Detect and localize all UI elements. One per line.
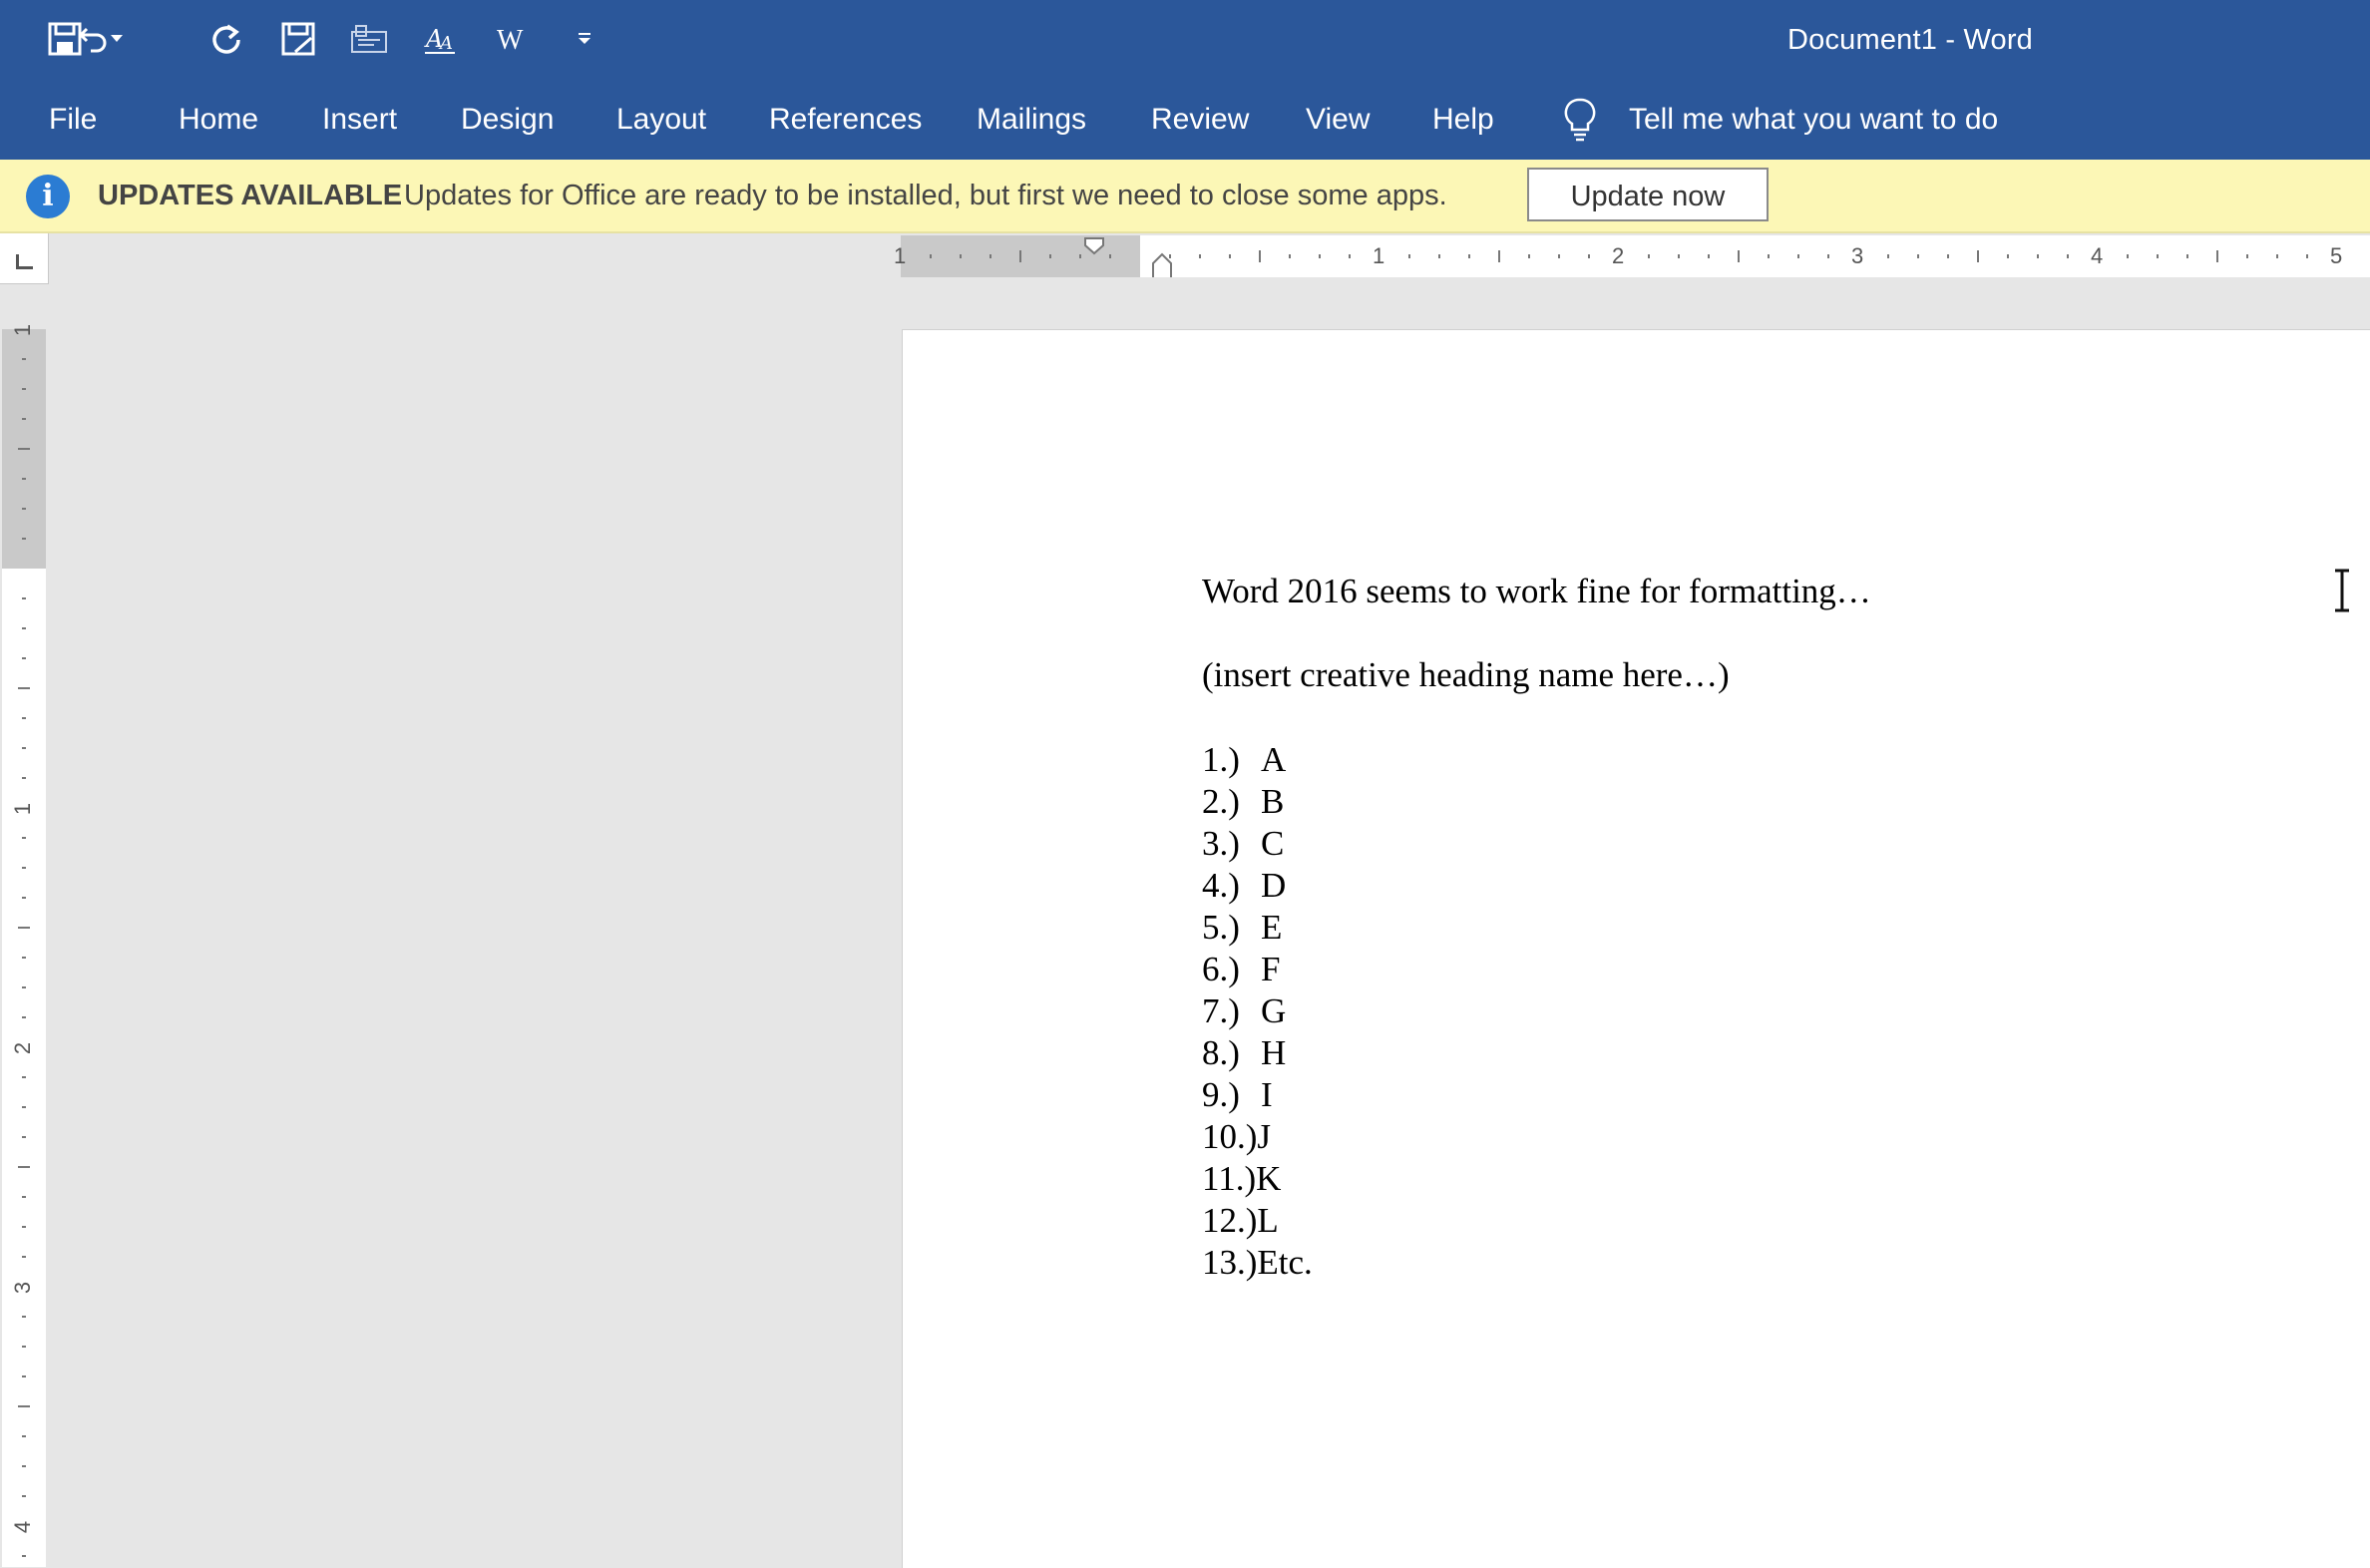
list-number: 6.)	[1202, 950, 1240, 988]
list-item[interactable]: 11.)K	[1202, 1159, 1281, 1199]
update-now-button[interactable]: Update now	[1527, 168, 1769, 221]
update-message: Updates for Office are ready to be insta…	[404, 180, 1447, 211]
tab-view[interactable]: View	[1306, 80, 1370, 160]
vruler-label-2: 2	[10, 1041, 36, 1055]
list-number: 7.)	[1202, 991, 1240, 1030]
update-notification-bar: i UPDATES AVAILABLE Updates for Office a…	[0, 160, 2370, 233]
hruler-label-3: 3	[1851, 243, 1864, 268]
list-item[interactable]: 10.)J	[1202, 1117, 1271, 1157]
list-item[interactable]: 6.) F	[1202, 950, 1280, 989]
horizontal-ruler-ticks	[930, 237, 2308, 277]
tell-me-search[interactable]: Tell me what you want to do	[1629, 80, 1998, 160]
vruler-label-4: 4	[10, 1520, 36, 1534]
list-text: H	[1261, 1033, 1287, 1072]
hruler-label-0: 1	[894, 243, 907, 268]
hruler-label-4: 4	[2091, 243, 2104, 268]
list-text: A	[1261, 740, 1287, 779]
text-cursor-icon	[2335, 569, 2349, 612]
tab-file[interactable]: File	[49, 80, 97, 160]
list-item[interactable]: 2.) B	[1202, 782, 1284, 822]
doc-paragraph-1[interactable]: Word 2016 seems to work fine for formatt…	[1202, 572, 1871, 611]
list-number: 8.)	[1202, 1033, 1240, 1072]
hanging-indent-marker	[1152, 252, 1172, 277]
tab-insert[interactable]: Insert	[322, 80, 397, 160]
lightbulb-icon[interactable]	[1560, 97, 1600, 143]
hruler-label-5: 5	[2330, 243, 2343, 268]
list-number: 2.)	[1202, 782, 1240, 821]
list-text: G	[1261, 991, 1287, 1030]
title-bar: AA W Document1 - Word	[0, 0, 2370, 80]
list-item[interactable]: 8.) H	[1202, 1033, 1286, 1073]
first-line-indent-marker	[1084, 237, 1104, 255]
tab-references[interactable]: References	[769, 80, 922, 160]
list-number: 11.)	[1202, 1159, 1257, 1198]
list-text: B	[1261, 782, 1285, 821]
tab-stop-selector[interactable]	[0, 233, 49, 284]
vruler-label-0: 1	[10, 323, 36, 337]
update-title: UPDATES AVAILABLE	[98, 180, 403, 211]
list-item[interactable]: 7.) G	[1202, 991, 1286, 1031]
list-number: 4.)	[1202, 866, 1240, 905]
info-icon: i	[26, 175, 70, 218]
list-item[interactable]: 1.) A	[1202, 740, 1286, 780]
tab-review[interactable]: Review	[1151, 80, 1249, 160]
list-number: 9.)	[1202, 1075, 1240, 1114]
document-page[interactable]: Word 2016 seems to work fine for formatt…	[902, 329, 2370, 1568]
list-item[interactable]: 13.)Etc.	[1202, 1243, 1313, 1283]
vruler-label-1: 1	[10, 802, 36, 816]
tab-help[interactable]: Help	[1432, 80, 1494, 160]
tab-mailings[interactable]: Mailings	[977, 80, 1086, 160]
list-text: D	[1261, 866, 1287, 905]
list-item[interactable]: 12.)L	[1202, 1201, 1279, 1241]
list-item[interactable]: 9.) I	[1202, 1075, 1273, 1115]
document-title: Document1 - Word	[1786, 24, 2034, 56]
list-item[interactable]: 3.) C	[1202, 824, 1284, 864]
list-text: Etc.	[1257, 1243, 1313, 1282]
vertical-ruler[interactable]: 1 1 2 3 4	[2, 324, 46, 1567]
list-item[interactable]: 4.) D	[1202, 866, 1286, 906]
vertical-ruler-ticks	[18, 358, 30, 1557]
list-text: K	[1256, 1159, 1282, 1198]
hruler-label-2: 2	[1612, 243, 1625, 268]
list-text: I	[1261, 1075, 1273, 1114]
list-number: 5.)	[1202, 908, 1240, 947]
list-text: E	[1261, 908, 1283, 947]
doc-paragraph-2[interactable]: (insert creative heading name here…)	[1202, 655, 1730, 695]
tab-home[interactable]: Home	[179, 80, 258, 160]
ribbon-tabs: File Home Insert Design Layout Reference…	[0, 80, 2370, 160]
list-number: 1.)	[1202, 740, 1240, 779]
list-item[interactable]: 5.) E	[1202, 908, 1282, 948]
hruler-label-1: 1	[1373, 243, 1385, 268]
vruler-label-3: 3	[10, 1281, 36, 1295]
horizontal-ruler[interactable]: 1 1 2 3 4 5	[894, 235, 2370, 277]
list-text: J	[1257, 1117, 1272, 1156]
list-number: 10.)	[1202, 1117, 1258, 1156]
list-number: 3.)	[1202, 824, 1240, 863]
tab-design[interactable]: Design	[461, 80, 554, 160]
tab-layout[interactable]: Layout	[616, 80, 706, 160]
list-text: C	[1261, 824, 1285, 863]
list-number: 13.)	[1202, 1243, 1258, 1282]
list-text: F	[1261, 950, 1281, 988]
list-text: L	[1257, 1201, 1279, 1240]
list-number: 12.)	[1202, 1201, 1258, 1240]
